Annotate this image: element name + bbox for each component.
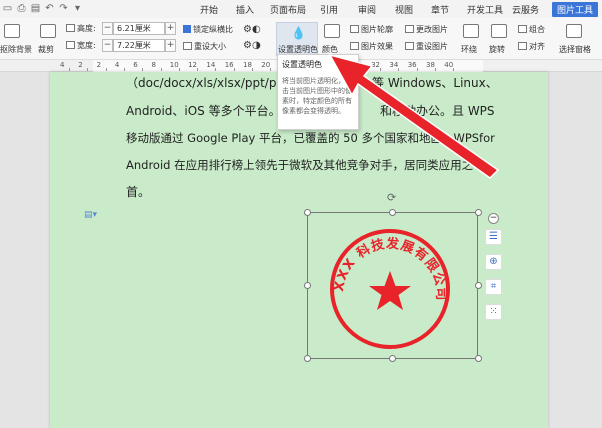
red-arrow-icon [328,53,500,179]
annotation-arrow [328,53,500,179]
